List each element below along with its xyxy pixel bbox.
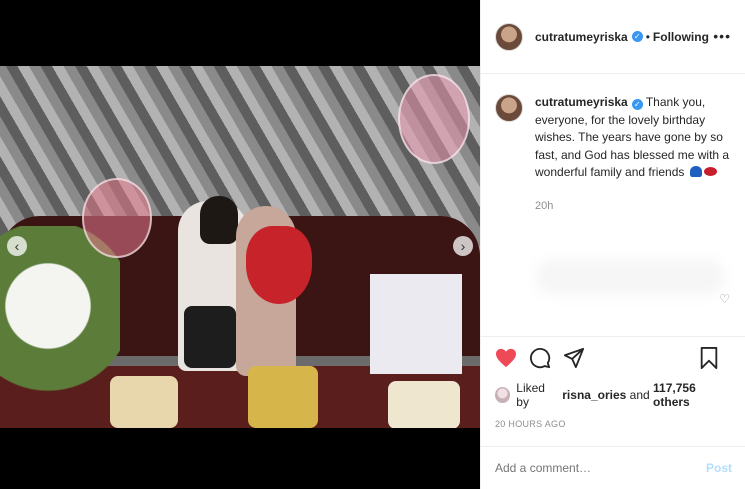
kiss-emoji-icon (703, 167, 717, 176)
photo-heart-bouquet (246, 226, 312, 304)
chevron-left-icon[interactable]: ‹ (7, 236, 27, 256)
liker-avatar[interactable] (495, 387, 511, 403)
following-button[interactable]: Following (653, 30, 709, 44)
caption-text: cutratumeyriska ✓ Thank you, everyone, fo… (535, 94, 731, 182)
action-bar (495, 341, 732, 375)
blurred-comment (535, 259, 725, 295)
comment-like-icon[interactable]: ♡ (719, 292, 730, 306)
photo-balloon-right (398, 74, 470, 164)
verified-badge-icon: ✓ (631, 31, 643, 42)
post-media: ‹ › (0, 0, 480, 489)
photo-person-left-hair (200, 196, 238, 244)
photo-flowers (0, 226, 120, 426)
likes-prefix: Liked by (516, 381, 545, 409)
caption-time: 20h (535, 199, 554, 212)
photo-card (370, 274, 462, 374)
photo-balloon-left (82, 178, 152, 258)
post-sidebar: cutratumeyriska ✓ • Following ••• cutrat… (480, 0, 745, 489)
more-options-icon[interactable]: ••• (713, 28, 731, 44)
post-photo[interactable] (0, 66, 480, 428)
liker-username[interactable]: risna_ories (562, 388, 626, 402)
verified-badge-icon: ✓ (631, 99, 643, 110)
separator: • (645, 29, 650, 44)
chevron-right-icon[interactable]: › (453, 236, 473, 256)
share-icon[interactable] (563, 347, 585, 369)
comment-icon[interactable] (529, 347, 551, 369)
action-section: Liked by risna_ories and 117,756 others … (481, 336, 745, 429)
post-button[interactable]: Post (706, 461, 732, 475)
avatar[interactable] (495, 22, 523, 51)
caption-section: cutratumeyriska ✓ Thank you, everyone, fo… (481, 74, 745, 336)
comment-bar: Post (481, 446, 745, 489)
post-timestamp[interactable]: 20 HOURS AGO (495, 419, 732, 429)
photo-cake-white (388, 381, 460, 428)
photo-cake-yellow (248, 366, 318, 428)
likes-count[interactable]: 117,756 others (653, 381, 732, 409)
likes-connector: and (629, 388, 650, 402)
photo-cake-black (184, 306, 236, 368)
post-header: cutratumeyriska ✓ • Following ••• (481, 0, 745, 74)
username-link[interactable]: cutratumeyriska (535, 30, 628, 44)
caption-avatar[interactable] (495, 94, 523, 122)
likes-line: Liked by risna_ories and 117,756 others (495, 381, 732, 409)
blue-heart-emoji-icon (689, 166, 702, 177)
heart-icon[interactable] (495, 347, 517, 369)
caption-row: cutratumeyriska ✓ Thank you, everyone, fo… (495, 94, 732, 182)
photo-cake-cream (110, 376, 178, 428)
comment-input[interactable] (495, 461, 706, 475)
caption-username[interactable]: cutratumeyriska (535, 95, 628, 109)
bookmark-icon[interactable] (698, 347, 720, 369)
